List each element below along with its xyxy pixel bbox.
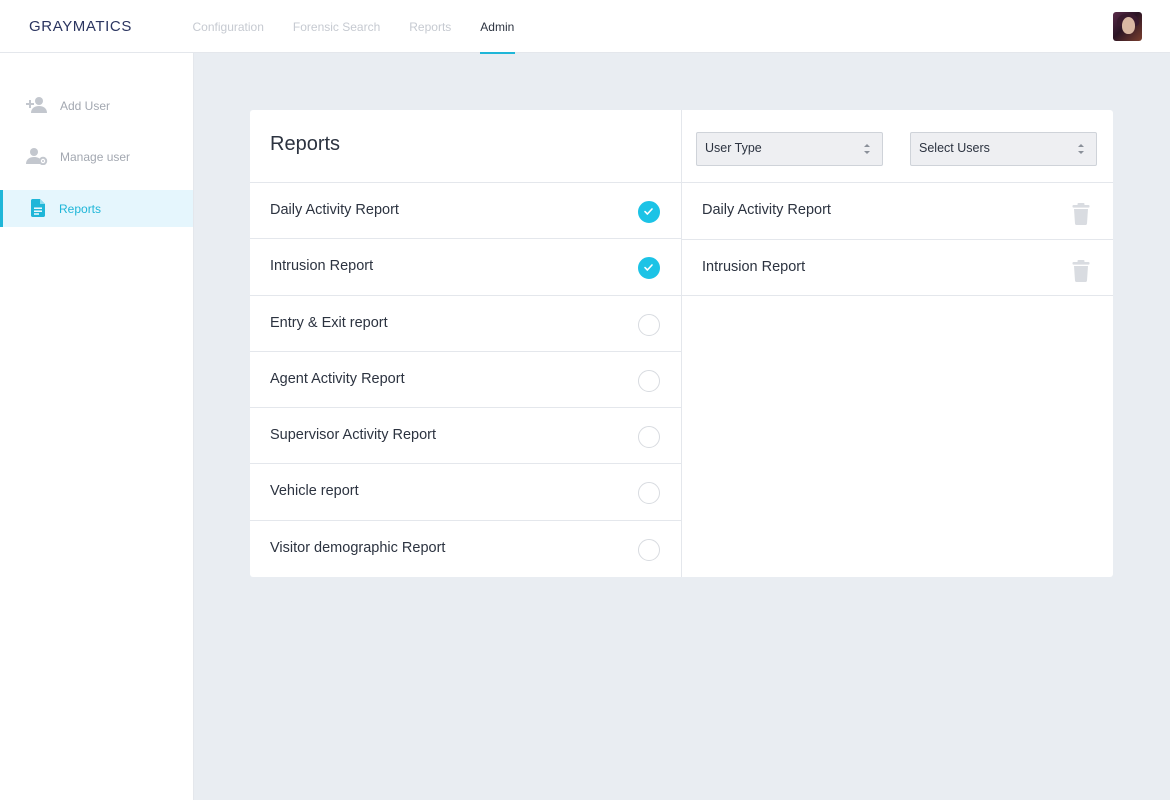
selected-report-name: Intrusion Report: [702, 258, 806, 275]
reports-list-column: Reports Daily Activity Report Intrusion R…: [250, 110, 681, 577]
selected-reports-list: Daily Activity Report Intrusion Report: [682, 183, 1113, 296]
sidebar-item-reports[interactable]: Reports: [0, 190, 193, 227]
brand-logo[interactable]: GRAYMATICS: [29, 18, 132, 35]
report-row[interactable]: Agent Activity Report: [250, 352, 681, 409]
selected-report-name: Daily Activity Report: [702, 202, 831, 218]
user-type-select[interactable]: User Type: [696, 132, 883, 166]
report-row[interactable]: Entry & Exit report: [250, 296, 681, 352]
trash-icon[interactable]: [1072, 203, 1090, 225]
unchecked-circle-icon[interactable]: [638, 369, 660, 392]
document-icon: [31, 199, 53, 217]
trash-icon[interactable]: [1072, 259, 1090, 282]
checked-circle-icon[interactable]: [638, 257, 660, 280]
unchecked-circle-icon[interactable]: [638, 538, 660, 561]
unchecked-circle-icon[interactable]: [638, 426, 660, 449]
unchecked-circle-icon[interactable]: [638, 482, 660, 505]
assignment-column: User Type Select Users Daily Activity Re…: [682, 110, 1113, 296]
nav-configuration[interactable]: Configuration: [178, 0, 278, 53]
report-row[interactable]: Intrusion Report: [250, 239, 681, 296]
top-bar: GRAYMATICS Configuration Forensic Search…: [0, 0, 1170, 54]
select-users-value: Select Users: [919, 141, 990, 155]
avatar-face: [1122, 17, 1135, 34]
sidebar-item-label: Add User: [60, 98, 111, 113]
report-row[interactable]: Daily Activity Report: [250, 183, 681, 240]
select-arrows-icon: [864, 143, 870, 155]
selected-report-row: Daily Activity Report: [682, 183, 1113, 240]
assignment-header: User Type Select Users: [682, 110, 1113, 183]
report-name: Intrusion Report: [270, 258, 374, 275]
nav-reports[interactable]: Reports: [395, 0, 466, 53]
checked-circle-icon[interactable]: [638, 201, 660, 223]
nav-forensic-search[interactable]: Forensic Search: [278, 0, 394, 53]
report-row[interactable]: Supervisor Activity Report: [250, 408, 681, 465]
select-arrows-icon: [1078, 143, 1084, 155]
main-nav: Configuration Forensic Search Reports Ad…: [178, 0, 529, 54]
sidebar-item-manage-user[interactable]: Manage user: [0, 138, 193, 175]
user-avatar[interactable]: [1113, 12, 1142, 41]
selected-report-row: Intrusion Report: [682, 240, 1113, 296]
nav-admin[interactable]: Admin: [466, 0, 529, 54]
report-name: Vehicle report: [270, 483, 359, 500]
select-users-select[interactable]: Select Users: [910, 132, 1097, 166]
report-row[interactable]: Visitor demographic Report: [250, 521, 681, 577]
sidebar-item-label: Reports: [59, 201, 102, 216]
page-title: Reports: [270, 133, 341, 155]
report-name: Entry & Exit report: [270, 314, 388, 331]
report-name: Agent Activity Report: [270, 370, 405, 387]
reports-header: Reports: [250, 110, 681, 183]
report-name: Visitor demographic Report: [270, 539, 446, 556]
sidebar-item-label: Manage user: [60, 149, 131, 164]
sidebar-item-add-user[interactable]: Add User: [0, 87, 193, 124]
report-row[interactable]: Vehicle report: [250, 464, 681, 521]
report-name: Daily Activity Report: [270, 202, 399, 218]
sidebar: Add User Manage user Reports: [0, 53, 194, 800]
add-user-icon: [26, 96, 48, 114]
reports-card: Reports Daily Activity Report Intrusion R…: [250, 110, 1113, 577]
report-name: Supervisor Activity Report: [270, 427, 437, 444]
user-type-select-value: User Type: [705, 141, 762, 155]
unchecked-circle-icon[interactable]: [638, 313, 660, 336]
reports-list: Daily Activity Report Intrusion Report Ent…: [250, 183, 681, 577]
manage-user-icon: [26, 147, 48, 166]
